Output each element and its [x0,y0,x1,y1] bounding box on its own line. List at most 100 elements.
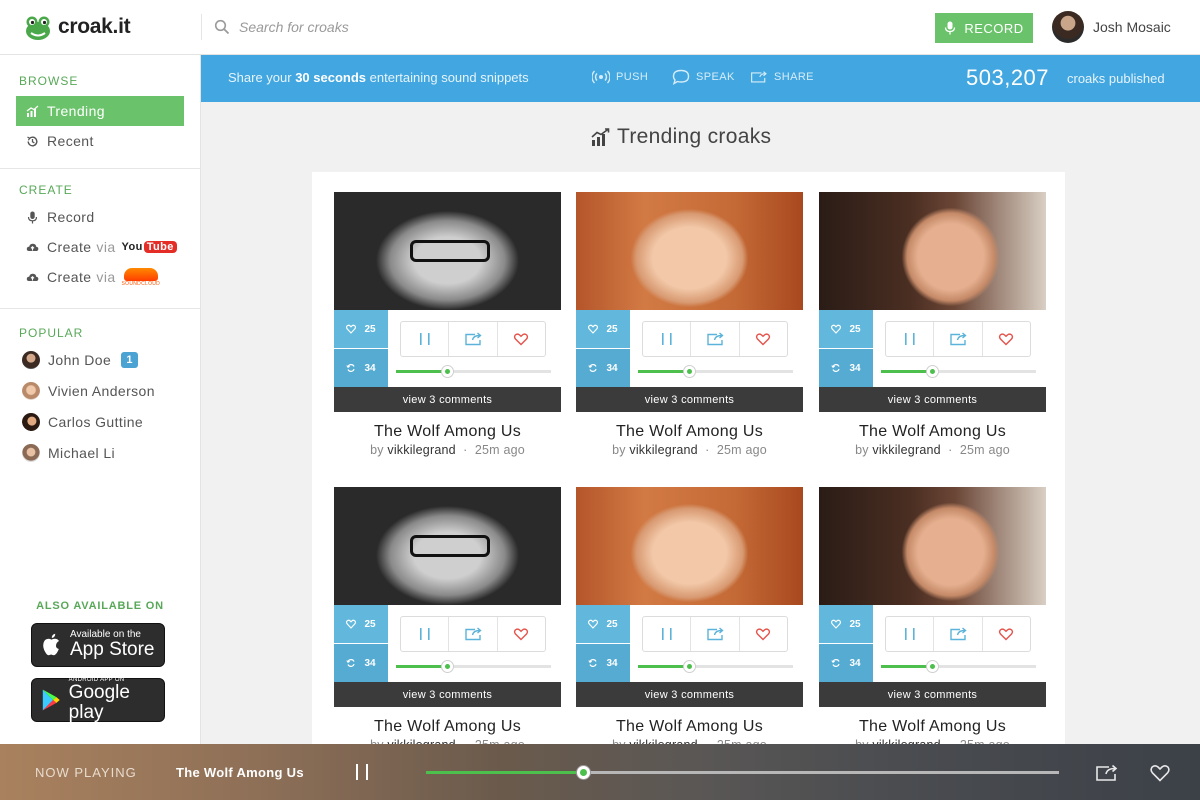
view-comments-button[interactable]: view 3 comments [334,387,561,412]
pause-button[interactable] [643,322,692,356]
view-comments-button[interactable]: view 3 comments [819,387,1046,412]
croak-progress-bar[interactable] [396,365,551,378]
croak-title[interactable]: The Wolf Among Us [819,718,1046,736]
croak-scrubber[interactable] [683,660,697,673]
croak-progress-bar[interactable] [638,365,793,378]
popular-user-michael-li[interactable]: Michael Li [22,444,115,462]
view-comments-button[interactable]: view 3 comments [576,682,803,707]
croak-progress-bar[interactable] [638,660,793,673]
user-menu[interactable]: Josh Mosaic [1052,11,1171,43]
croak-scrubber[interactable] [926,365,940,378]
create-section-title: CREATE [19,183,73,197]
view-comments-button[interactable]: view 3 comments [334,682,561,707]
search-input[interactable] [239,19,689,35]
like-button[interactable] [983,322,1030,356]
app-store-big-text: App Store [70,639,155,661]
notification-badge: 1 [121,352,139,368]
speak-action[interactable]: SPEAK [672,69,735,85]
sidebar-item-create-youtube[interactable]: Create via You Tube [16,232,184,262]
user-name: Josh Mosaic [1093,19,1171,35]
sidebar-item-recent[interactable]: Recent [16,126,184,156]
sidebar-item-create-soundcloud[interactable]: Create via SOUNDCLOUD [16,262,184,292]
croak-title[interactable]: The Wolf Among Us [576,423,803,441]
likes-stat: 25 [819,605,873,643]
sidebar-item-trending[interactable]: Trending [16,96,184,126]
push-action[interactable]: PUSH [592,69,648,85]
croak-scrubber[interactable] [441,660,455,673]
recroak-button[interactable] [691,617,740,651]
now-playing-title[interactable]: The Wolf Among Us [176,765,304,780]
popular-user-john-doe[interactable]: John Doe 1 [22,351,139,369]
playback-progress-bar[interactable] [426,765,1059,780]
record-button[interactable]: RECORD [935,13,1033,43]
user-avatar [1052,11,1084,43]
like-button[interactable] [498,322,545,356]
croak-author[interactable]: vikkilegrand [629,443,697,457]
pause-button[interactable] [401,617,450,651]
recroak-button[interactable] [449,322,498,356]
croak-cover-image[interactable] [334,487,561,605]
croak-title[interactable]: The Wolf Among Us [334,423,561,441]
popular-user-carlos-guttine[interactable]: Carlos Guttine [22,413,143,431]
like-button[interactable] [740,322,787,356]
likes-count: 25 [849,323,861,335]
croak-action-buttons [400,616,546,652]
croak-card[interactable]: 2534view 3 commentsThe Wolf Among Usby v… [819,487,1046,752]
croak-scrubber[interactable] [926,660,940,673]
croak-controls: 25 34 [334,605,561,682]
croak-card[interactable]: 2534view 3 commentsThe Wolf Among Usby v… [334,487,561,752]
google-play-button[interactable]: ANDROID APP ON Google play [31,677,165,723]
croak-scrubber[interactable] [441,365,455,378]
croak-progress-bar[interactable] [396,660,551,673]
view-comments-button[interactable]: view 3 comments [819,682,1046,707]
croak-card[interactable]: 2534view 3 commentsThe Wolf Among Usby v… [576,487,803,752]
croak-cover-image[interactable] [576,192,803,310]
like-button[interactable] [983,617,1030,651]
croak-cover-image[interactable] [576,487,803,605]
croak-cover-image[interactable] [334,192,561,310]
croak-progress-bar[interactable] [881,660,1036,673]
croak-title[interactable]: The Wolf Among Us [576,718,803,736]
avatar [22,351,40,369]
pause-icon[interactable] [353,762,373,782]
heart-icon[interactable] [1150,764,1170,782]
pause-button[interactable] [886,617,935,651]
croak-progress-bar[interactable] [881,365,1036,378]
croak-author[interactable]: vikkilegrand [387,443,455,457]
croak-title[interactable]: The Wolf Among Us [819,423,1046,441]
like-button[interactable] [498,617,545,651]
heart-icon [999,333,1014,346]
heart-icon [588,619,599,629]
croak-author[interactable]: vikkilegrand [872,443,940,457]
recroak-button[interactable] [449,617,498,651]
pause-button[interactable] [886,322,935,356]
croak-card[interactable]: 2534view 3 commentsThe Wolf Among Usby v… [819,192,1046,457]
recroak-button[interactable] [691,322,740,356]
share-action[interactable]: SHARE [750,69,814,85]
divider [0,308,200,309]
popular-user-vivien-anderson[interactable]: Vivien Anderson [22,382,155,400]
croak-cover-image[interactable] [819,192,1046,310]
logo[interactable]: croak.it [24,13,131,41]
croak-card[interactable]: 2534view 3 commentsThe Wolf Among Usby v… [334,192,561,457]
like-button[interactable] [740,617,787,651]
pause-button[interactable] [643,617,692,651]
croak-title[interactable]: The Wolf Among Us [334,718,561,736]
broadcast-icon [592,70,610,84]
recroak-button[interactable] [934,322,983,356]
recroaks-count: 34 [606,657,618,669]
croak-cover-image[interactable] [819,487,1046,605]
sidebar-item-record[interactable]: Record [16,202,184,232]
likes-count: 25 [849,618,861,630]
app-store-button[interactable]: Available on the App Store [31,623,165,667]
croak-scrubber[interactable] [683,365,697,378]
view-comments-button[interactable]: view 3 comments [576,387,803,412]
pause-button[interactable] [401,322,450,356]
share-icon[interactable] [1095,764,1118,782]
playback-scrubber[interactable] [576,765,592,780]
croak-controls: 25 34 [576,310,803,387]
google-play-icon [42,689,60,711]
croak-card[interactable]: 2534view 3 comments The Wolf Among Us by v… [576,192,803,457]
recroak-button[interactable] [934,617,983,651]
by-label: by [612,443,626,457]
